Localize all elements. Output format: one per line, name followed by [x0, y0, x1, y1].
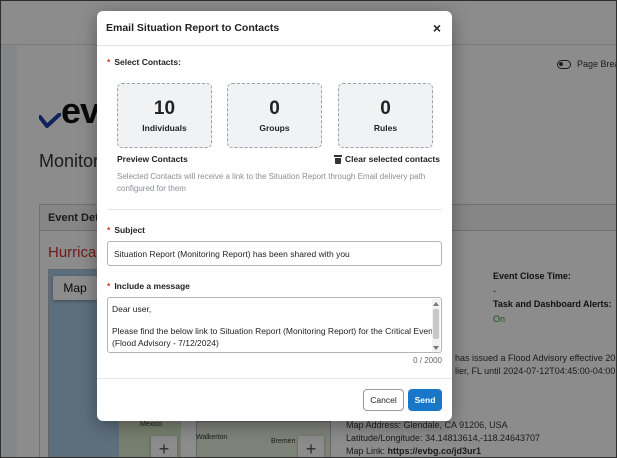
message-textarea[interactable]: Dear user, Please find the below link to… — [107, 297, 442, 353]
cancel-button[interactable]: Cancel — [363, 389, 404, 411]
select-contacts-label: * Select Contacts: — [107, 57, 181, 67]
individuals-count: 10 — [153, 98, 176, 119]
message-line: (Flood Advisory - 7/12/2024) — [112, 338, 219, 348]
rules-label: Rules — [373, 123, 398, 133]
close-icon[interactable]: × — [430, 21, 444, 35]
subject-input[interactable]: Situation Report (Monitoring Report) has… — [107, 241, 442, 266]
dialog-title: Email Situation Report to Contacts — [106, 22, 280, 34]
scroll-thumb[interactable] — [433, 309, 439, 339]
clear-selected-contacts-button[interactable]: Clear selected contacts — [334, 154, 440, 164]
email-report-dialog: Email Situation Report to Contacts × * Se… — [97, 11, 452, 421]
message-line: Dear user, — [112, 304, 152, 314]
subject-label: * Subject — [107, 225, 146, 235]
clear-selected-label: Clear selected contacts — [345, 154, 440, 164]
preview-contacts-link[interactable]: Preview Contacts — [117, 154, 188, 164]
message-scrollbar[interactable] — [432, 299, 440, 352]
divider — [107, 209, 442, 210]
individuals-label: Individuals — [142, 123, 187, 133]
rules-count: 0 — [380, 98, 391, 119]
required-marker: * — [107, 225, 111, 235]
groups-count-box[interactable]: 0 Groups — [227, 83, 322, 148]
rules-count-box[interactable]: 0 Rules — [338, 83, 433, 148]
send-button[interactable]: Send — [408, 389, 442, 411]
scroll-up-arrow-icon[interactable] — [433, 302, 439, 306]
message-line: Please find the below link to Situation … — [112, 326, 436, 336]
message-char-count: 0 / 2000 — [413, 356, 442, 365]
trash-icon — [334, 154, 342, 164]
footer-divider — [97, 378, 452, 379]
dialog-header: Email Situation Report to Contacts × — [97, 11, 452, 46]
scroll-down-arrow-icon[interactable] — [433, 346, 439, 350]
contacts-help-text: Selected Contacts will receive a link to… — [117, 172, 426, 193]
groups-count: 0 — [269, 98, 280, 119]
message-label: * Include a message — [107, 281, 190, 291]
required-marker: * — [107, 57, 111, 67]
required-marker: * — [107, 281, 111, 291]
individuals-count-box[interactable]: 10 Individuals — [117, 83, 212, 148]
groups-label: Groups — [259, 123, 290, 133]
